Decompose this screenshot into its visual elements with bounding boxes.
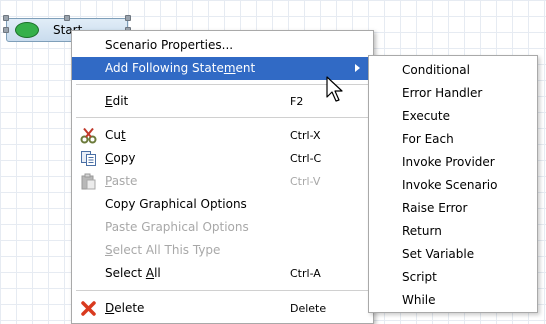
menu-separator (76, 117, 369, 118)
submenu-item-set-variable[interactable]: Set Variable (369, 243, 537, 266)
menu-item-label: Scenario Properties... (105, 38, 234, 52)
menu-item-shortcut: Ctrl-X (290, 129, 321, 142)
menu-item-paste[interactable]: Paste Ctrl-V (72, 170, 373, 193)
submenu-arrow-icon (355, 64, 360, 72)
delete-icon (81, 301, 96, 316)
submenu-item-error-handler[interactable]: Error Handler (369, 82, 537, 105)
menu-item-cut[interactable]: Cut Ctrl-X (72, 124, 373, 147)
menu-item-shortcut: Delete (290, 302, 327, 315)
scissors-icon (80, 127, 97, 144)
submenu-item-conditional[interactable]: Conditional (369, 59, 537, 82)
start-node-circle-icon (15, 22, 39, 38)
submenu-item-raise-error[interactable]: Raise Error (369, 197, 537, 220)
submenu-item-invoke-provider[interactable]: Invoke Provider (369, 151, 537, 174)
submenu-item-while[interactable]: While (369, 289, 537, 312)
resize-handle-top-left[interactable] (3, 15, 9, 21)
menu-item-shortcut: Ctrl-A (290, 267, 321, 280)
submenu-item-invoke-scenario[interactable]: Invoke Scenario (369, 174, 537, 197)
submenu-item-return[interactable]: Return (369, 220, 537, 243)
menu-item-select-all[interactable]: Select All Ctrl-A (72, 262, 373, 285)
menu-item-select-all-this-type[interactable]: Select All This Type (72, 239, 373, 262)
menu-item-shortcut: F2 (290, 95, 304, 108)
resize-handle-left[interactable] (3, 27, 9, 33)
menu-item-delete[interactable]: Delete Delete (72, 297, 373, 320)
submenu-item-for-each[interactable]: For Each (369, 128, 537, 151)
menu-separator (76, 290, 369, 291)
menu-item-label: Copy (105, 151, 136, 165)
menu-item-copy[interactable]: Copy Ctrl-C (72, 147, 373, 170)
submenu-item-script[interactable]: Script (369, 266, 537, 289)
menu-item-paste-graphical-options[interactable]: Paste Graphical Options (72, 216, 373, 239)
resize-handle-top-right[interactable] (125, 15, 131, 21)
menu-item-copy-graphical-options[interactable]: Copy Graphical Options (72, 193, 373, 216)
menu-item-label: Delete (105, 301, 145, 315)
menu-item-label: Paste (105, 174, 138, 188)
copy-icon (81, 151, 96, 166)
menu-item-label: Copy Graphical Options (105, 197, 247, 211)
menu-item-label: Cut (105, 128, 126, 142)
menu-item-label: Paste Graphical Options (105, 220, 249, 234)
menu-item-scenario-properties[interactable]: Scenario Properties... (72, 34, 373, 57)
menu-item-label: Edit (105, 94, 129, 108)
mouse-pointer-icon (326, 76, 343, 102)
menu-item-shortcut: Ctrl-V (290, 175, 321, 188)
paste-icon (81, 173, 96, 190)
submenu-item-execute[interactable]: Execute (369, 105, 537, 128)
menu-item-label: Select All (105, 266, 161, 280)
menu-item-label: Add Following Statement (105, 61, 256, 75)
menu-item-shortcut: Ctrl-C (290, 152, 322, 165)
menu-item-label: Select All This Type (105, 243, 221, 257)
resize-handle-top-center[interactable] (64, 15, 70, 21)
add-statement-submenu: Conditional Error Handler Execute For Ea… (368, 55, 538, 313)
